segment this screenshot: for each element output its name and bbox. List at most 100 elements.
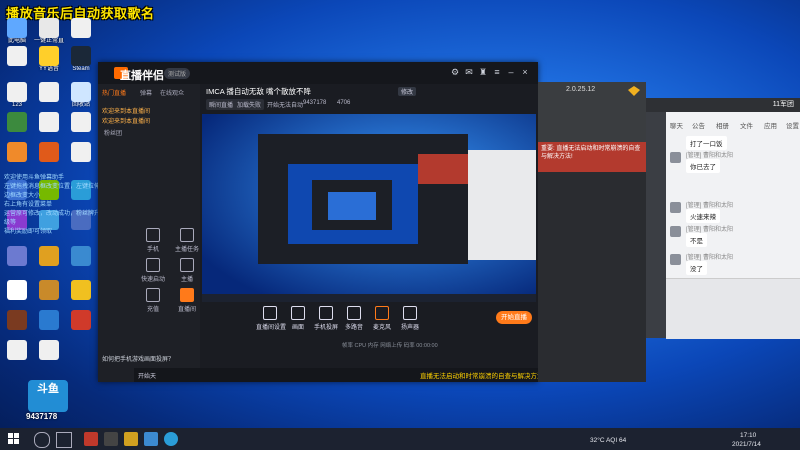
ctrl-picture[interactable]: 画面 [284,306,312,331]
meta-category[interactable]: 瞬间直播 [206,99,237,110]
ctrl-phone-cast[interactable]: 手机投屏 [312,306,340,331]
message: 打了一口饭 [686,136,727,150]
desktop-icon-label: 回收站 [71,102,90,108]
app-icon [39,18,59,38]
tab-notice[interactable]: 公告 [692,120,705,130]
desktop-icon[interactable] [2,280,32,300]
tab-apps[interactable]: 应用 [764,120,777,130]
windows-start-icon[interactable] [8,433,20,445]
ctrl-multi-audio[interactable]: 多路音 [340,306,368,331]
tab-hot[interactable]: 热门直播 [102,88,126,97]
diamond-icon [628,86,640,96]
tool-tasks[interactable]: 主播任务 [170,228,204,253]
tutorial-version: 2.0.25.12 [566,86,596,93]
tab-chat[interactable]: 聊天 [670,120,683,130]
tool-room[interactable]: 直播间 [170,288,204,313]
desktop-icon[interactable]: YY语音 [34,46,64,73]
desktop-icon[interactable]: 此电脑 [2,18,32,45]
desktop-icon-label: 一键正常直播 [34,38,64,44]
menu-icon[interactable]: ≡ [492,67,502,77]
minimize-button[interactable]: – [506,67,516,77]
chat-input[interactable] [666,278,800,339]
browser-icon[interactable] [164,432,178,446]
task-view-icon[interactable] [56,432,72,448]
app-icon [71,310,91,330]
search-icon[interactable] [34,432,50,448]
app-icon[interactable] [104,432,118,446]
app-icon [71,112,91,132]
desktop-icon[interactable] [66,142,96,162]
clock-time[interactable]: 17:10 [740,432,756,439]
room-number: 9437178 [303,100,327,106]
ctrl-mic[interactable]: 麦克风 [368,306,396,331]
preview-stage [202,114,536,302]
tab-album[interactable]: 相册 [716,120,729,130]
desktop-icon[interactable] [34,280,64,300]
app-icon [7,280,27,300]
app-icon [39,310,59,330]
desktop-icon[interactable] [34,112,64,132]
desktop-icon[interactable] [66,280,96,300]
ctrl-speaker[interactable]: 扬声器 [396,306,424,331]
quick-icon [146,258,160,272]
tab-files[interactable]: 文件 [740,120,753,130]
desktop-icon[interactable] [66,246,96,266]
edit-title-button[interactable]: 修改 [398,87,417,96]
desktop-icon[interactable] [34,82,64,102]
message-bubble: 火速来辣 [686,209,720,223]
desktop-icon-label: YY语音 [38,66,59,72]
desktop-icon[interactable] [2,310,32,330]
room-id: 9437178 [26,412,58,421]
message: [管理] 曹阳和太阳 火速来辣 [686,200,733,223]
tool-host[interactable]: 主播 [170,258,204,283]
app-icon [39,246,59,266]
message-icon[interactable]: ✉ [464,67,474,77]
ctrl-room-settings[interactable]: 直播间设置 [256,306,286,331]
desktop-icon[interactable] [2,142,32,162]
app-icon [7,18,27,38]
tool-phone[interactable]: 手机 [136,228,170,253]
tool-recharge[interactable]: 充值 [136,288,170,313]
desktop-icon[interactable]: Steam [66,46,96,73]
settings-icon[interactable]: ⚙ [450,67,460,77]
app-icon[interactable] [124,432,138,446]
desktop-icon[interactable] [34,340,64,360]
desktop-icon[interactable] [66,310,96,330]
app-icon[interactable] [144,432,158,446]
desktop-icon[interactable] [66,112,96,132]
tab-settings[interactable]: 设置 [786,120,799,130]
desktop-icon[interactable] [34,310,64,330]
chat-line: 欢迎来到本直播间 [102,119,151,125]
live-app-window: 直播伴侣 测试版 ⚙ ✉ ♜ ≡ – × 热门直播 弹幕 在线观众 欢迎来到本直… [98,62,544,382]
start-live-button[interactable]: 开始直播 [496,311,532,324]
tab-danmaku[interactable]: 弹幕 [140,88,152,97]
desktop-icon[interactable] [2,112,32,132]
host-icon [180,258,194,272]
desktop-icon[interactable] [2,340,32,360]
app-icon [7,82,27,102]
message-bubble: 没了 [686,261,707,275]
clock-date[interactable]: 2021/7/14 [732,441,761,448]
desktop-icon[interactable]: 回收站 [66,82,96,109]
weather[interactable]: 32°C AQI 64 [590,437,626,444]
desktop-icon[interactable] [66,18,96,38]
desktop-icon[interactable]: 123 [2,82,32,109]
desktop-icon[interactable] [2,246,32,266]
desktop-icon[interactable] [34,142,64,162]
desktop-icon[interactable] [34,246,64,266]
taskbar: 32°C AQI 64 17:10 2021/7/14 [0,428,800,450]
tab-audience[interactable]: 在线观众 [160,88,184,97]
desktop-icon[interactable] [2,46,32,66]
status-line: 帧率 CPU 内存 网络上传 码率 00:00:00 [342,343,438,349]
meta-status: 加载失败 [234,99,265,110]
tool-quick[interactable]: 快速启动 [136,258,170,283]
desktop-icon[interactable]: 一键正常直播 [34,18,64,45]
helper-line: 运营原可修改，改动成功，粉丝牌升级等 [4,211,101,226]
tutorial-alert[interactable]: 重要: 直播无法启动和时常崩溃的自查与解决方法! [538,142,646,172]
close-button[interactable]: × [520,67,530,77]
shirt-icon[interactable]: ♜ [478,67,488,77]
crash-notice[interactable]: 直播无法启动和时常崩溃的自查与解决方法 [420,370,544,380]
avatar [670,152,681,163]
app-icon[interactable] [84,432,98,446]
app-icon [39,82,59,102]
